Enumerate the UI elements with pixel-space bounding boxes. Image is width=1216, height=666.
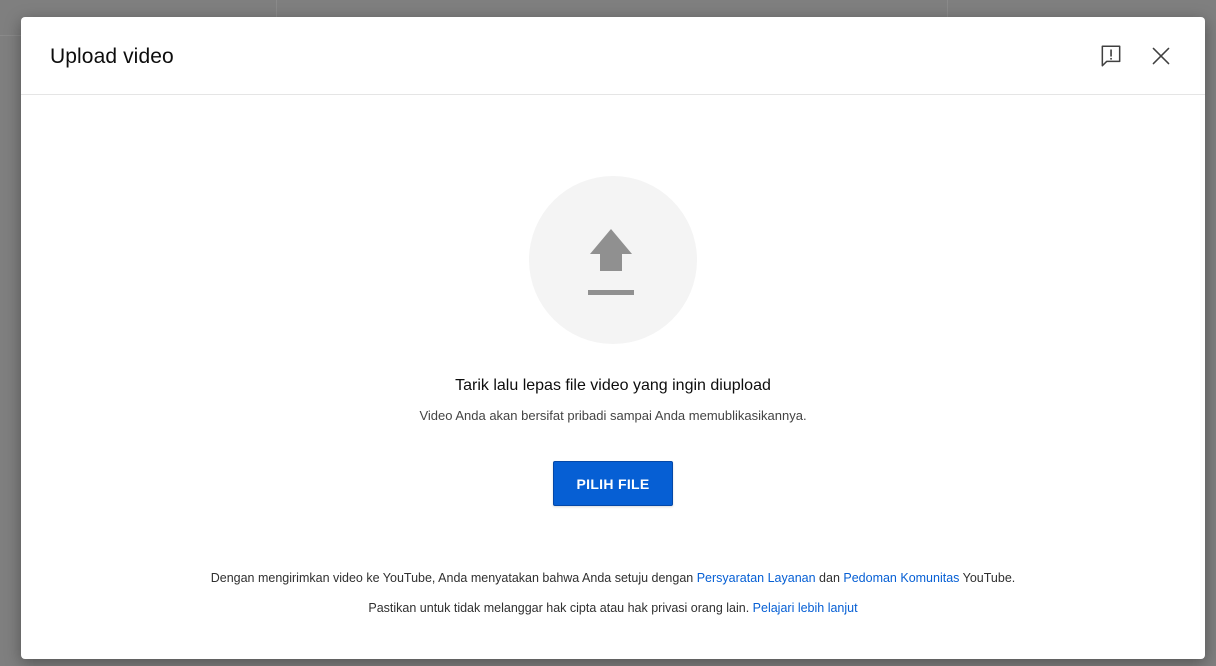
terms-notice-middle: dan bbox=[815, 571, 844, 585]
backdrop-divider bbox=[0, 35, 21, 36]
terms-notice: Dengan mengirimkan video ke YouTube, And… bbox=[21, 571, 1205, 585]
terms-notice-suffix: YouTube. bbox=[959, 571, 1016, 585]
dialog-title: Upload video bbox=[50, 45, 174, 68]
backdrop-divider bbox=[276, 0, 277, 17]
select-file-button[interactable]: PILIH FILE bbox=[553, 461, 673, 506]
copyright-notice-text: Pastikan untuk tidak melanggar hak cipta… bbox=[368, 601, 753, 615]
upload-video-dialog: Upload video Tarik lalu lepas file video… bbox=[21, 17, 1205, 659]
dialog-header: Upload video bbox=[21, 17, 1205, 95]
copyright-notice: Pastikan untuk tidak melanggar hak cipta… bbox=[21, 601, 1205, 615]
backdrop-divider bbox=[947, 0, 948, 17]
drop-subtitle: Video Anda akan bersifat pribadi sampai … bbox=[419, 408, 807, 423]
terms-of-service-link[interactable]: Persyaratan Layanan bbox=[697, 571, 816, 585]
drop-title: Tarik lalu lepas file video yang ingin d… bbox=[455, 377, 771, 394]
upload-arrow-icon bbox=[588, 229, 634, 295]
terms-notice-prefix: Dengan mengirimkan video ke YouTube, And… bbox=[210, 571, 697, 585]
community-guidelines-link[interactable]: Pedoman Komunitas bbox=[843, 571, 959, 585]
learn-more-link[interactable]: Pelajari lebih lanjut bbox=[753, 601, 858, 615]
feedback-icon[interactable] bbox=[1098, 43, 1124, 69]
close-icon[interactable] bbox=[1148, 43, 1174, 69]
